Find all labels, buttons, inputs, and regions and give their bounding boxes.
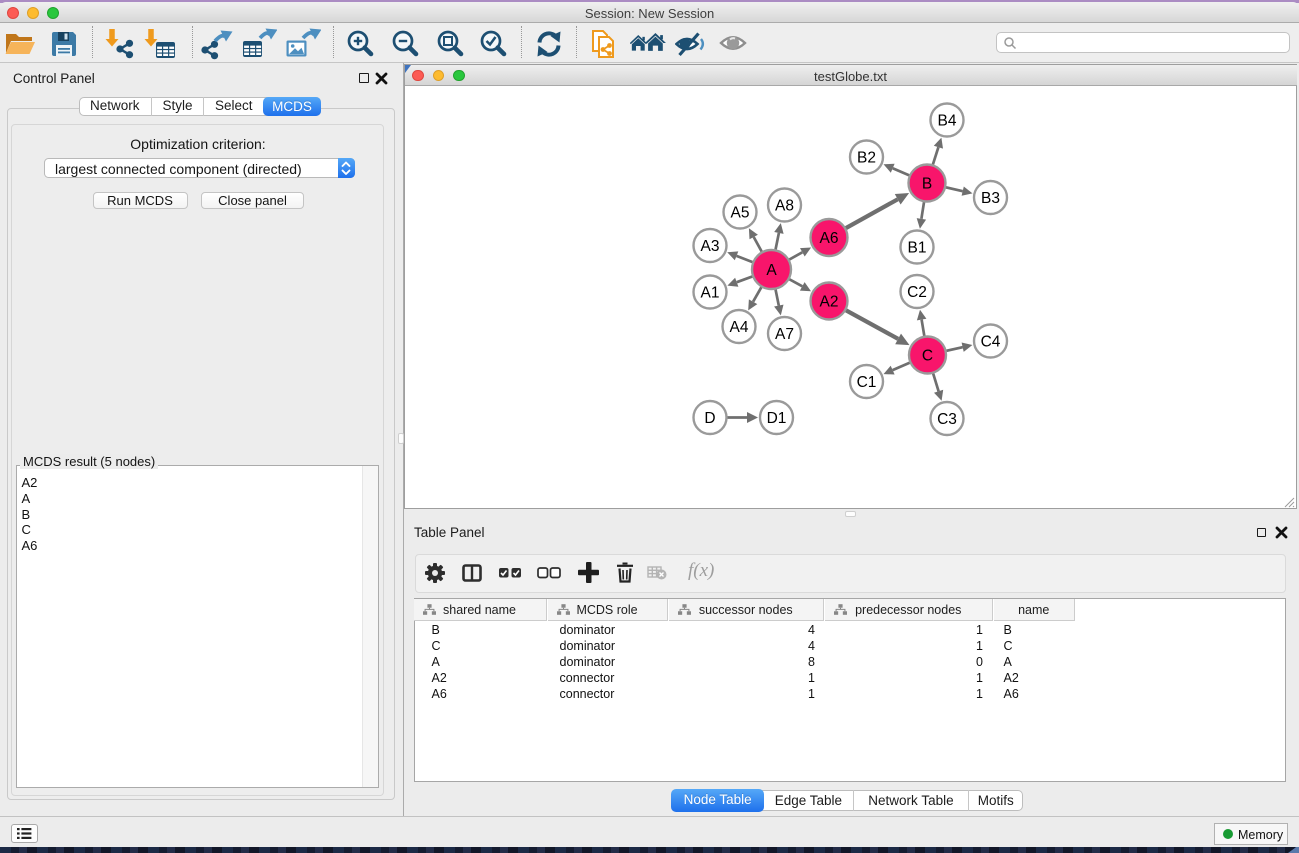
svg-text:A8: A8 [775,198,794,215]
svg-text:C1: C1 [857,374,877,391]
svg-text:B2: B2 [857,150,876,167]
svg-text:D1: D1 [767,410,787,427]
svg-text:A6: A6 [820,230,839,247]
svg-text:A5: A5 [731,205,750,222]
svg-text:C2: C2 [907,284,927,301]
svg-text:A: A [766,262,777,279]
svg-text:C: C [922,348,933,365]
svg-text:D: D [704,410,715,427]
svg-text:A7: A7 [775,326,794,343]
svg-text:C4: C4 [981,334,1001,351]
svg-text:B: B [922,176,932,193]
svg-text:B3: B3 [981,190,1000,207]
svg-text:A4: A4 [730,319,749,336]
svg-text:A3: A3 [701,238,720,255]
svg-text:A1: A1 [701,285,720,302]
svg-text:A2: A2 [820,294,839,311]
svg-text:B4: B4 [938,113,957,130]
svg-text:C3: C3 [937,411,957,428]
svg-text:B1: B1 [908,240,927,257]
